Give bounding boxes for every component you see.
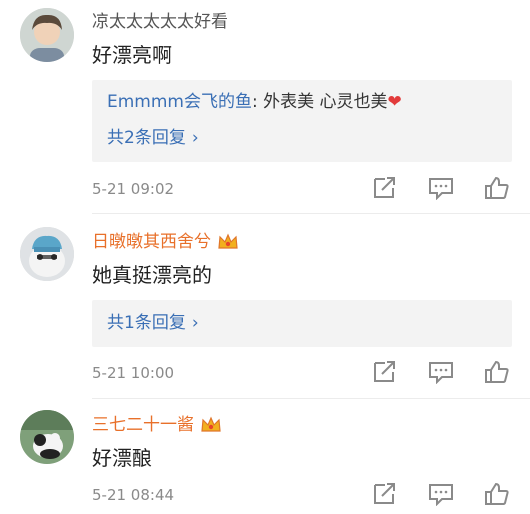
comment-item: 三七二十一酱 好漂酿 5-21 08:44 [0, 400, 530, 514]
reply-preview-box[interactable]: Emmmm会飞的鱼: 外表美 心灵也美❤ 共2条回复 › [92, 80, 512, 162]
more-replies-label: 共1条回复 [107, 313, 186, 333]
comment-text: 她真挺漂亮的 [92, 263, 212, 287]
more-replies-label: 共2条回复 [107, 128, 186, 148]
heart-icon: ❤ [387, 92, 402, 112]
comment-item: 日暾暾其西舍兮 她真挺漂亮的 共1条回复 › 5-21 10:00 [0, 215, 530, 400]
comment-text: 好漂酿 [92, 446, 152, 470]
reply-text: 外表美 心灵也美 [263, 92, 388, 112]
comment-text: 好漂亮啊 [92, 43, 172, 67]
comment-item: 凉太太太太太好看 好漂亮啊 Emmmm会飞的鱼: 外表美 心灵也美❤ 共2条回复… [0, 0, 530, 215]
share-icon [374, 177, 395, 198]
username-text: 凉太太太太太好看 [92, 12, 228, 32]
like-button[interactable] [484, 176, 510, 200]
divider [92, 213, 530, 214]
share-button[interactable] [372, 482, 398, 506]
more-replies-link[interactable]: 共1条回复 › [107, 312, 199, 334]
share-button[interactable] [372, 360, 398, 384]
timestamp: 5-21 10:00 [92, 364, 175, 382]
like-icon [485, 360, 509, 383]
comment-icon [429, 362, 453, 384]
avatar[interactable] [20, 8, 74, 62]
chevron-right-icon: › [191, 128, 199, 148]
share-icon [374, 483, 395, 504]
like-button[interactable] [484, 360, 510, 384]
reply-preview-line: Emmmm会飞的鱼: 外表美 心灵也美❤ [107, 91, 402, 113]
reply-separator: : [251, 92, 264, 112]
username-text: 三七二十一酱 [92, 415, 194, 435]
reply-username[interactable]: Emmmm会飞的鱼 [107, 92, 252, 112]
share-button[interactable] [372, 176, 398, 200]
comment-button[interactable] [428, 482, 454, 506]
divider [92, 398, 530, 399]
username[interactable]: 凉太太太太太好看 [92, 12, 228, 32]
more-replies-link[interactable]: 共2条回复 › [107, 127, 199, 149]
comment-icon [429, 178, 453, 200]
crown-badge-icon [217, 232, 239, 252]
avatar[interactable] [20, 227, 74, 281]
chevron-right-icon: › [191, 313, 199, 333]
comment-icon [429, 484, 453, 506]
comment-button[interactable] [428, 360, 454, 384]
crown-badge-icon [200, 415, 222, 435]
comment-button[interactable] [428, 176, 454, 200]
timestamp: 5-21 09:02 [92, 180, 175, 198]
avatar[interactable] [20, 410, 74, 464]
like-icon [485, 482, 509, 505]
username[interactable]: 日暾暾其西舍兮 [92, 232, 239, 252]
share-icon [374, 361, 395, 382]
reply-preview-box[interactable]: 共1条回复 › [92, 300, 512, 347]
like-icon [485, 176, 509, 199]
username[interactable]: 三七二十一酱 [92, 415, 222, 435]
like-button[interactable] [484, 482, 510, 506]
username-text: 日暾暾其西舍兮 [92, 232, 211, 252]
timestamp: 5-21 08:44 [92, 486, 175, 504]
